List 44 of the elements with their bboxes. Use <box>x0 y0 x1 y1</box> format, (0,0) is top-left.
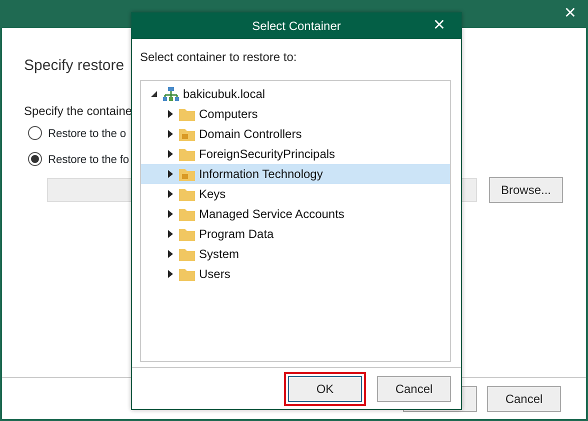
tree-item[interactable]: Domain Controllers <box>141 124 450 144</box>
folder-icon <box>178 266 196 282</box>
tree-item[interactable]: bakicubuk.local <box>141 84 450 104</box>
dialog-prompt: Select container to restore to: <box>140 49 298 66</box>
tree-item[interactable]: Program Data <box>141 224 450 244</box>
tree-item[interactable]: Keys <box>141 184 450 204</box>
dialog-title: Select Container <box>252 18 341 35</box>
ok-button[interactable]: OK <box>288 376 362 402</box>
folder-icon <box>178 206 196 222</box>
collapse-arrow-icon[interactable] <box>149 89 159 99</box>
expand-arrow-icon[interactable] <box>165 149 175 159</box>
expand-arrow-icon[interactable] <box>165 229 175 239</box>
folder-icon <box>178 186 196 202</box>
tree-item[interactable]: Computers <box>141 104 450 124</box>
expand-arrow-icon[interactable] <box>165 169 175 179</box>
folder-icon <box>178 166 196 182</box>
cancel-button[interactable]: Cancel <box>377 376 451 402</box>
folder-icon <box>178 246 196 262</box>
cancel-button[interactable]: Cancel <box>487 386 561 412</box>
page-heading: Specify restore <box>24 56 124 76</box>
tree-item[interactable]: Managed Service Accounts <box>141 204 450 224</box>
tree-item[interactable]: ForeignSecurityPrincipals <box>141 144 450 164</box>
tree-item[interactable]: Users <box>141 264 450 284</box>
expand-arrow-icon[interactable] <box>165 269 175 279</box>
expand-arrow-icon[interactable] <box>165 249 175 259</box>
tree-item[interactable]: System <box>141 244 450 264</box>
radio-button[interactable] <box>28 152 42 166</box>
expand-arrow-icon[interactable] <box>165 209 175 219</box>
radio-label[interactable]: Restore to the fo <box>48 152 130 168</box>
expand-arrow-icon[interactable] <box>165 129 175 139</box>
expand-arrow-icon[interactable] <box>165 109 175 119</box>
radio-label[interactable]: Restore to the o <box>48 126 126 142</box>
network-icon <box>162 86 180 102</box>
folder-icon <box>178 126 196 142</box>
radio-button[interactable] <box>28 126 42 140</box>
expand-arrow-icon[interactable] <box>165 189 175 199</box>
folder-icon <box>178 226 196 242</box>
instruction-text: Specify the containe <box>24 102 132 120</box>
close-button[interactable]: × <box>564 3 576 23</box>
tree-item[interactable]: Information Technology <box>141 164 450 184</box>
folder-icon <box>178 106 196 122</box>
browse-button[interactable]: Browse... <box>489 176 563 202</box>
folder-icon <box>178 146 196 162</box>
close-button[interactable]: × <box>433 15 445 35</box>
